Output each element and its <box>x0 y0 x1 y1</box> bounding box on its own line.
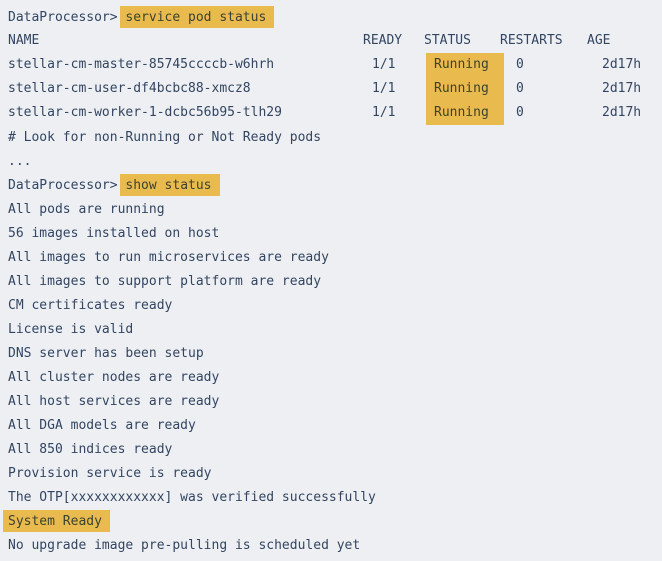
status-line: All DGA models are ready <box>0 413 662 437</box>
upgrade-info-text: No upgrade image pre-pulling is schedule… <box>8 538 360 553</box>
upgrade-info-line: No upgrade image pre-pulling is schedule… <box>0 533 662 557</box>
status-text: All pods are running <box>8 202 165 217</box>
terminal-output: DataProcessor> service pod status NAME R… <box>0 0 662 561</box>
pod-name-cell: stellar-cm-worker-1-dcbc56b95-tlh29 <box>8 101 282 125</box>
header-ready: READY <box>363 29 402 53</box>
age-cell: 2d17h <box>602 101 641 125</box>
restarts-cell: 0 <box>516 77 524 101</box>
status-line: All host services are ready <box>0 389 662 413</box>
status-badge: Running <box>426 77 504 101</box>
status-line: 56 images installed on host <box>0 221 662 245</box>
system-ready-highlight: System Ready <box>3 510 110 532</box>
prompt-label: DataProcessor> <box>8 10 125 25</box>
status-text: All cluster nodes are ready <box>8 370 219 385</box>
table-header-row: NAME READY STATUS RESTARTS AGE <box>0 29 662 53</box>
status-line: DNS server has been setup <box>0 341 662 365</box>
status-text: License is valid <box>8 322 133 337</box>
table-row: stellar-cm-master-85745ccccb-w6hrh 1/1 R… <box>0 53 662 77</box>
status-line: Provision service is ready <box>0 461 662 485</box>
ready-cell: 1/1 <box>372 53 395 77</box>
table-row: stellar-cm-user-df4bcbc88-xmcz8 1/1 Runn… <box>0 77 662 101</box>
status-text: All DGA models are ready <box>8 418 196 433</box>
status-text: Provision service is ready <box>8 466 212 481</box>
system-ready-line: System Ready <box>0 509 662 533</box>
status-line: All pods are running <box>0 197 662 221</box>
ellipsis-line: ... <box>0 149 662 173</box>
header-restarts: RESTARTS <box>500 29 563 53</box>
status-text: All images to support platform are ready <box>8 274 321 289</box>
prompt-label: DataProcessor> <box>8 178 125 193</box>
status-text: CM certificates ready <box>8 298 172 313</box>
otp-line: The OTP[xxxxxxxxxxxx] was verified succe… <box>0 485 662 509</box>
status-badge: Running <box>426 53 504 77</box>
restarts-cell: 0 <box>516 53 524 77</box>
status-line: CM certificates ready <box>0 293 662 317</box>
command-highlight-show-status: show status <box>120 174 219 196</box>
status-line: All cluster nodes are ready <box>0 365 662 389</box>
pod-name-cell: stellar-cm-master-85745ccccb-w6hrh <box>8 53 274 77</box>
status-text: 56 images installed on host <box>8 226 219 241</box>
status-text: All host services are ready <box>8 394 219 409</box>
status-text: All 850 indices ready <box>8 442 172 457</box>
age-cell: 2d17h <box>602 53 641 77</box>
table-row: stellar-cm-worker-1-dcbc56b95-tlh29 1/1 … <box>0 101 662 125</box>
otp-text: The OTP[xxxxxxxxxxxx] was verified succe… <box>8 490 376 505</box>
ready-cell: 1/1 <box>372 77 395 101</box>
ready-cell: 1/1 <box>372 101 395 125</box>
status-badge: Running <box>426 101 504 125</box>
header-status: STATUS <box>424 29 471 53</box>
comment-text: # Look for non-Running or Not Ready pods <box>8 130 321 145</box>
prompt-line-show-status: DataProcessor> show status <box>0 173 662 197</box>
status-text: All images to run microservices are read… <box>8 250 329 265</box>
status-line: All 850 indices ready <box>0 437 662 461</box>
header-age: AGE <box>587 29 610 53</box>
pod-name-cell: stellar-cm-user-df4bcbc88-xmcz8 <box>8 77 251 101</box>
command-highlight-service-pod-status: service pod status <box>120 6 274 28</box>
status-line: All images to support platform are ready <box>0 269 662 293</box>
status-line: License is valid <box>0 317 662 341</box>
status-text: DNS server has been setup <box>8 346 204 361</box>
age-cell: 2d17h <box>602 77 641 101</box>
restarts-cell: 0 <box>516 101 524 125</box>
ellipsis-text: ... <box>8 154 31 169</box>
header-name: NAME <box>8 29 39 53</box>
comment-line: # Look for non-Running or Not Ready pods <box>0 125 662 149</box>
prompt-line-service-pod-status: DataProcessor> service pod status <box>0 5 662 29</box>
status-line: All images to run microservices are read… <box>0 245 662 269</box>
